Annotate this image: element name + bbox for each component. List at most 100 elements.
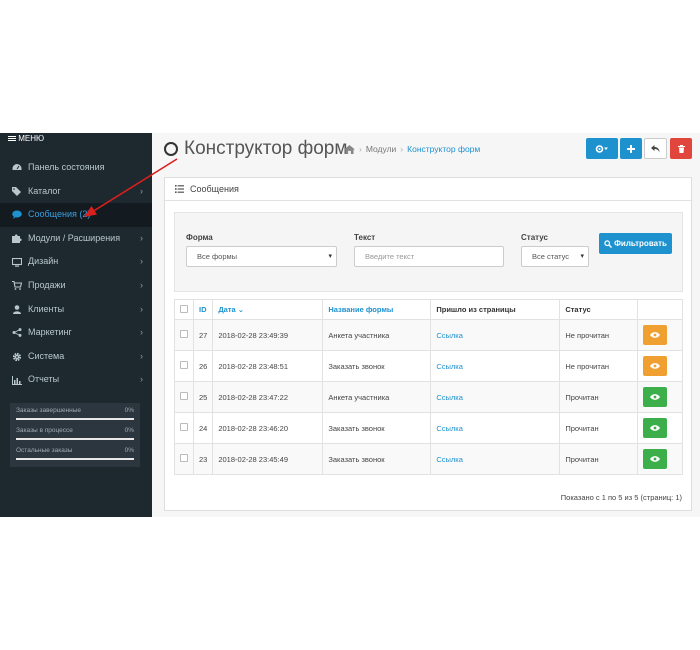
column-date-label: Дата: [218, 305, 236, 314]
sidebar-item[interactable]: Маркетинг ›: [0, 321, 152, 345]
sidebar-item-label: Панель состояния: [28, 162, 105, 172]
back-button[interactable]: [644, 138, 667, 159]
cell-date: 2018-02-28 23:45:49: [212, 443, 324, 475]
filter-button[interactable]: Фильтровать: [599, 233, 672, 254]
breadcrumb-modules[interactable]: Модули: [366, 144, 396, 154]
column-id[interactable]: ID: [192, 299, 214, 320]
main-content: Конструктор форм › Модули › Конструктор …: [152, 133, 700, 517]
comment-icon: [11, 209, 23, 221]
page-link[interactable]: Ссылка: [430, 443, 561, 475]
chevron-right-icon: ›: [140, 374, 143, 385]
cell-actions: [637, 381, 683, 413]
view-button[interactable]: [643, 387, 668, 407]
view-button[interactable]: [643, 418, 668, 438]
sidebar-item-label: Отчеты: [28, 374, 60, 385]
status-select-value: Все статус: [532, 252, 570, 261]
monitor-icon: [11, 256, 23, 268]
delete-button[interactable]: [670, 138, 692, 159]
text-filter-label: Текст: [354, 233, 376, 242]
cell-id: 26: [192, 350, 214, 382]
table-row: 26 2018-02-28 23:48:51 Заказать звонок Ссыл…: [174, 350, 683, 382]
menu-header[interactable]: МЕНЮ: [0, 133, 152, 147]
add-button[interactable]: [620, 138, 642, 159]
home-icon[interactable]: [344, 144, 355, 154]
stat-value: 0%: [124, 447, 134, 454]
row-select-cell: [174, 350, 194, 382]
chevron-right-icon: ›: [140, 232, 143, 243]
cell-status: Прочитан: [559, 412, 639, 444]
sidebar-item[interactable]: Модули / Расширения ›: [0, 227, 152, 251]
sidebar-item[interactable]: Отчеты ›: [0, 368, 152, 392]
stat-other: Остальные заказы 0%: [16, 447, 134, 467]
page-link[interactable]: Ссылка: [430, 350, 561, 382]
panel-heading: Сообщения: [165, 178, 691, 201]
status-select[interactable]: Все статус ▾: [521, 246, 589, 267]
page-link[interactable]: Ссылка: [430, 319, 561, 351]
table-row: 24 2018-02-28 23:46:20 Заказать звонок Ссыл…: [174, 412, 683, 444]
select-all-checkbox[interactable]: [180, 304, 188, 313]
chevron-right-icon: ›: [140, 303, 143, 314]
pagination-info: Показано с 1 по 5 из 5 (страниц: 1): [560, 493, 682, 502]
sidebar-item-label: Модули / Расширения: [28, 232, 121, 243]
sidebar-item[interactable]: Панель состояния: [0, 156, 152, 180]
breadcrumb-separator: ›: [400, 144, 404, 154]
search-icon: [604, 239, 613, 248]
progress-bar: [16, 458, 134, 460]
chevron-right-icon: ›: [140, 256, 143, 267]
row-checkbox[interactable]: [180, 361, 188, 369]
cell-form: Анкета участника: [322, 381, 432, 413]
column-form[interactable]: Название формы: [322, 299, 432, 320]
dashboard-icon: [11, 162, 23, 174]
reply-icon: [651, 144, 660, 152]
cell-form: Заказать звонок: [322, 412, 432, 444]
circle-logo-icon: [164, 142, 178, 156]
form-select[interactable]: Все формы ▾: [186, 246, 337, 267]
app: МЕНЮ Панель состояния Каталог › Сообщения (…: [0, 133, 700, 517]
sidebar-nav: Панель состояния Каталог › Сообщения (2) Мод…: [0, 156, 152, 392]
cell-id: 27: [192, 319, 214, 351]
column-date[interactable]: Дата ⌄: [212, 299, 324, 320]
progress-bar: [16, 438, 134, 440]
stat-completed: Заказы завершенные 0%: [16, 407, 134, 427]
cell-actions: [637, 319, 683, 351]
breadcrumb-current[interactable]: Конструктор форм: [407, 144, 480, 154]
text-input[interactable]: Введите текст: [354, 246, 504, 267]
eye-icon: [650, 394, 661, 400]
page-link[interactable]: Ссылка: [430, 412, 561, 444]
puzzle-icon: [11, 233, 23, 245]
sidebar-item[interactable]: Продажи ›: [0, 274, 152, 298]
row-select-cell: [174, 319, 194, 351]
stat-processing: Заказы в процессе 0%: [16, 427, 134, 447]
row-checkbox[interactable]: [180, 454, 188, 462]
view-button[interactable]: [643, 356, 668, 376]
cell-actions: [637, 350, 683, 382]
sidebar-item-label: Каталог: [28, 185, 61, 196]
eye-icon: [650, 363, 661, 369]
sidebar-item[interactable]: Сообщения (2): [0, 203, 152, 227]
view-button[interactable]: [643, 325, 668, 345]
sidebar-item[interactable]: Каталог ›: [0, 180, 152, 204]
cell-date: 2018-02-28 23:47:22: [212, 381, 324, 413]
cell-status: Прочитан: [559, 381, 639, 413]
sidebar-item-label: Система: [28, 350, 65, 361]
page-link[interactable]: Ссылка: [430, 381, 561, 413]
settings-dropdown-button[interactable]: [586, 138, 618, 159]
view-button[interactable]: [643, 449, 668, 469]
row-checkbox[interactable]: [180, 330, 188, 338]
chevron-right-icon: ›: [140, 185, 143, 196]
sidebar: МЕНЮ Панель состояния Каталог › Сообщения (…: [0, 133, 152, 517]
user-icon: [11, 303, 23, 315]
table-body: 27 2018-02-28 23:49:39 Анкета участника Ссы…: [174, 319, 683, 475]
cell-date: 2018-02-28 23:46:20: [212, 412, 324, 444]
sort-caret-icon: ⌄: [237, 305, 245, 314]
sidebar-item[interactable]: Система ›: [0, 345, 152, 369]
sidebar-item[interactable]: Дизайн ›: [0, 250, 152, 274]
cell-form: Анкета участника: [322, 319, 432, 351]
row-checkbox[interactable]: [180, 392, 188, 400]
sidebar-item[interactable]: Клиенты ›: [0, 298, 152, 322]
row-checkbox[interactable]: [180, 423, 188, 431]
hamburger-icon: [8, 135, 16, 142]
page-title: Конструктор форм: [164, 138, 347, 160]
sidebar-item-label: Сообщения (2): [28, 209, 91, 220]
sidebar-item-label: Продажи: [28, 279, 66, 290]
